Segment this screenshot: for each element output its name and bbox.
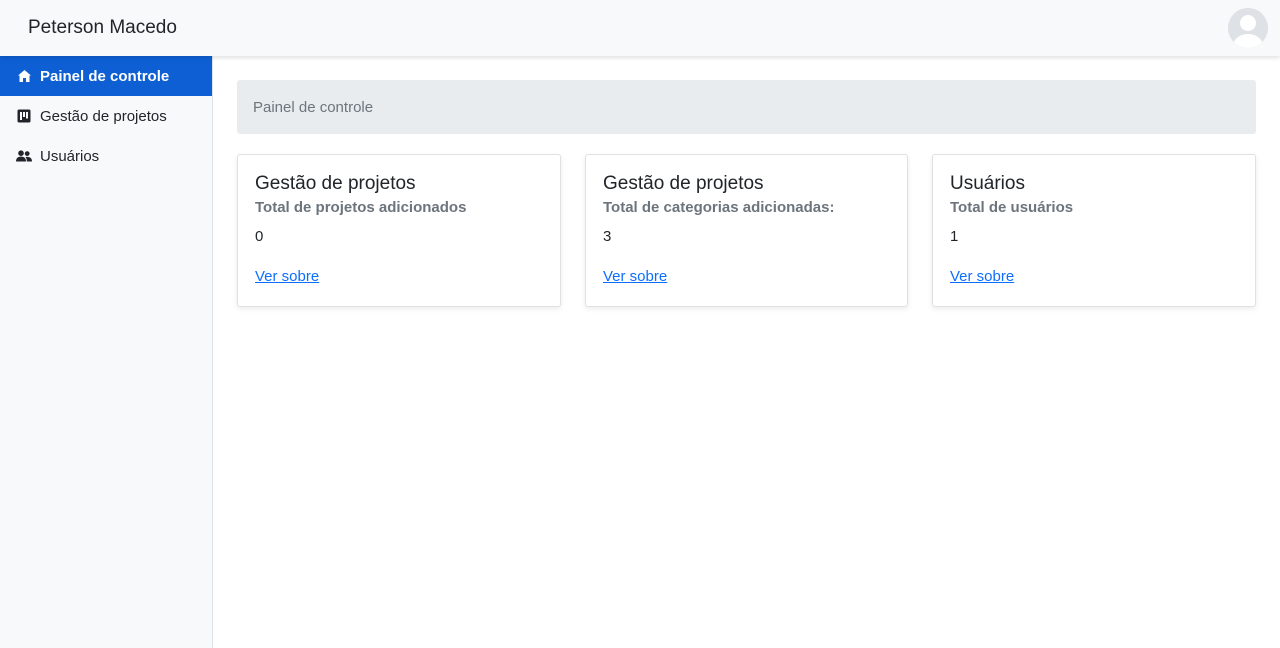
home-icon (16, 68, 32, 84)
card-subtitle: Total de usuários (950, 199, 1074, 216)
sidebar-item-label: Usuários (40, 147, 100, 165)
card-title: Gestão de projetos (255, 173, 416, 194)
sidebar: Painel de controle Gestão de projetos Us… (0, 56, 213, 648)
kanban-icon (16, 108, 32, 124)
ver-sobre-link[interactable]: Ver sobre (950, 267, 1014, 287)
card-value: 3 (603, 228, 612, 245)
user-avatar-icon[interactable] (1228, 8, 1268, 48)
main-content: Painel de controle Gestão de projetos To… (213, 56, 1280, 648)
sidebar-item-label: Painel de controle (40, 67, 170, 85)
breadcrumb: Painel de controle (237, 80, 1256, 134)
card-subtitle: Total de categorias adicionadas: (603, 199, 835, 216)
users-icon (16, 148, 32, 164)
sidebar-item-usuarios[interactable]: Usuários (0, 136, 212, 176)
sidebar-item-gestao-de-projetos[interactable]: Gestão de projetos (0, 96, 212, 136)
card-value: 0 (255, 228, 264, 245)
card-usuarios: Usuários Total de usuários 1 Ver sobre (932, 154, 1256, 307)
ver-sobre-link[interactable]: Ver sobre (603, 267, 667, 287)
card-categorias: Gestão de projetos Total de categorias a… (585, 154, 908, 307)
card-title: Gestão de projetos (603, 173, 764, 194)
card-value: 1 (950, 228, 959, 245)
top-navbar: Peterson Macedo (0, 0, 1280, 56)
card-title: Usuários (950, 173, 1025, 194)
card-subtitle: Total de projetos adicionados (255, 199, 467, 216)
brand-name[interactable]: Peterson Macedo (28, 17, 177, 39)
card-projetos: Gestão de projetos Total de projetos adi… (237, 154, 561, 307)
breadcrumb-item: Painel de controle (253, 98, 374, 116)
ver-sobre-link[interactable]: Ver sobre (255, 267, 319, 287)
sidebar-item-painel-de-controle[interactable]: Painel de controle (0, 56, 212, 96)
sidebar-item-label: Gestão de projetos (40, 107, 167, 125)
